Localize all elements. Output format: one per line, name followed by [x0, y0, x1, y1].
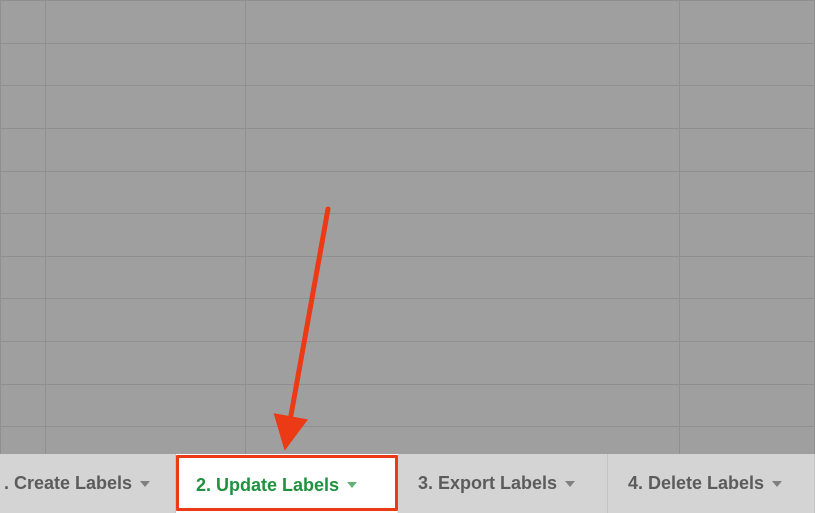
cell[interactable]: [680, 1, 815, 44]
cell[interactable]: [1, 342, 46, 385]
cell[interactable]: [680, 384, 815, 427]
cell[interactable]: [245, 86, 679, 129]
cell[interactable]: [1, 43, 46, 86]
table-row: [1, 128, 815, 171]
chevron-down-icon: [565, 481, 575, 487]
cell[interactable]: [245, 384, 679, 427]
cell[interactable]: [245, 128, 679, 171]
table-row: [1, 256, 815, 299]
cell[interactable]: [1, 256, 46, 299]
table-row: [1, 384, 815, 427]
cell[interactable]: [45, 342, 245, 385]
cell[interactable]: [680, 299, 815, 342]
cell[interactable]: [45, 128, 245, 171]
tab-label: 3. Export Labels: [418, 473, 557, 494]
cell[interactable]: [680, 214, 815, 257]
tab-label: . Create Labels: [4, 473, 132, 494]
cell[interactable]: [1, 214, 46, 257]
cell[interactable]: [245, 256, 679, 299]
sheet-tab-bar: . Create Labels 2. Update Labels 3. Expo…: [0, 454, 815, 513]
table-row: [1, 171, 815, 214]
cell[interactable]: [1, 299, 46, 342]
cell[interactable]: [245, 1, 679, 44]
cell[interactable]: [45, 1, 245, 44]
cell[interactable]: [45, 86, 245, 129]
chevron-down-icon: [140, 481, 150, 487]
cell[interactable]: [680, 342, 815, 385]
cell[interactable]: [1, 128, 46, 171]
spreadsheet-grid[interactable]: [0, 0, 815, 470]
chevron-down-icon: [772, 481, 782, 487]
cell[interactable]: [245, 171, 679, 214]
cell[interactable]: [680, 256, 815, 299]
cell[interactable]: [245, 299, 679, 342]
table-row: [1, 43, 815, 86]
cell[interactable]: [245, 214, 679, 257]
tab-update-labels[interactable]: 2. Update Labels: [176, 454, 398, 513]
grid-table: [0, 0, 815, 470]
tab-create-labels[interactable]: . Create Labels: [0, 454, 176, 513]
table-row: [1, 214, 815, 257]
table-row: [1, 86, 815, 129]
cell[interactable]: [1, 171, 46, 214]
table-row: [1, 1, 815, 44]
cell[interactable]: [1, 384, 46, 427]
chevron-down-icon: [347, 482, 357, 488]
cell[interactable]: [45, 256, 245, 299]
tab-label: 4. Delete Labels: [628, 473, 764, 494]
cell[interactable]: [245, 342, 679, 385]
cell[interactable]: [245, 43, 679, 86]
cell[interactable]: [45, 171, 245, 214]
cell[interactable]: [45, 43, 245, 86]
tab-delete-labels[interactable]: 4. Delete Labels: [608, 454, 815, 513]
cell[interactable]: [680, 171, 815, 214]
tab-label: 2. Update Labels: [196, 475, 339, 496]
cell[interactable]: [680, 86, 815, 129]
cell[interactable]: [680, 128, 815, 171]
table-row: [1, 342, 815, 385]
cell[interactable]: [680, 43, 815, 86]
tab-export-labels[interactable]: 3. Export Labels: [398, 454, 608, 513]
cell[interactable]: [45, 299, 245, 342]
cell[interactable]: [45, 214, 245, 257]
table-row: [1, 299, 815, 342]
cell[interactable]: [1, 1, 46, 44]
cell[interactable]: [1, 86, 46, 129]
cell[interactable]: [45, 384, 245, 427]
